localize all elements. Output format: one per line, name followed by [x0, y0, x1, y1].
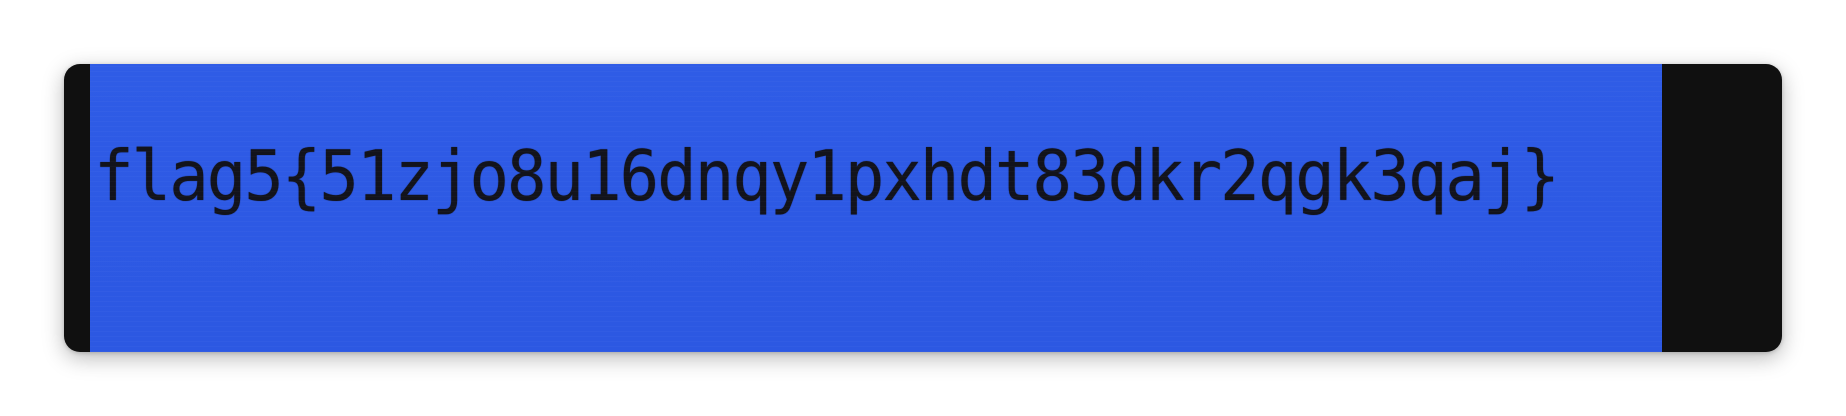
display-frame: flag5{51zjo8u16dnqy1pxhdt83dkr2qgk3qaj} [64, 64, 1782, 352]
flag-text: flag5{51zjo8u16dnqy1pxhdt83dkr2qgk3qaj} [94, 135, 1560, 217]
screenshot-canvas: flag5{51zjo8u16dnqy1pxhdt83dkr2qgk3qaj} [0, 0, 1846, 416]
blue-screen-area: flag5{51zjo8u16dnqy1pxhdt83dkr2qgk3qaj} [90, 64, 1662, 352]
